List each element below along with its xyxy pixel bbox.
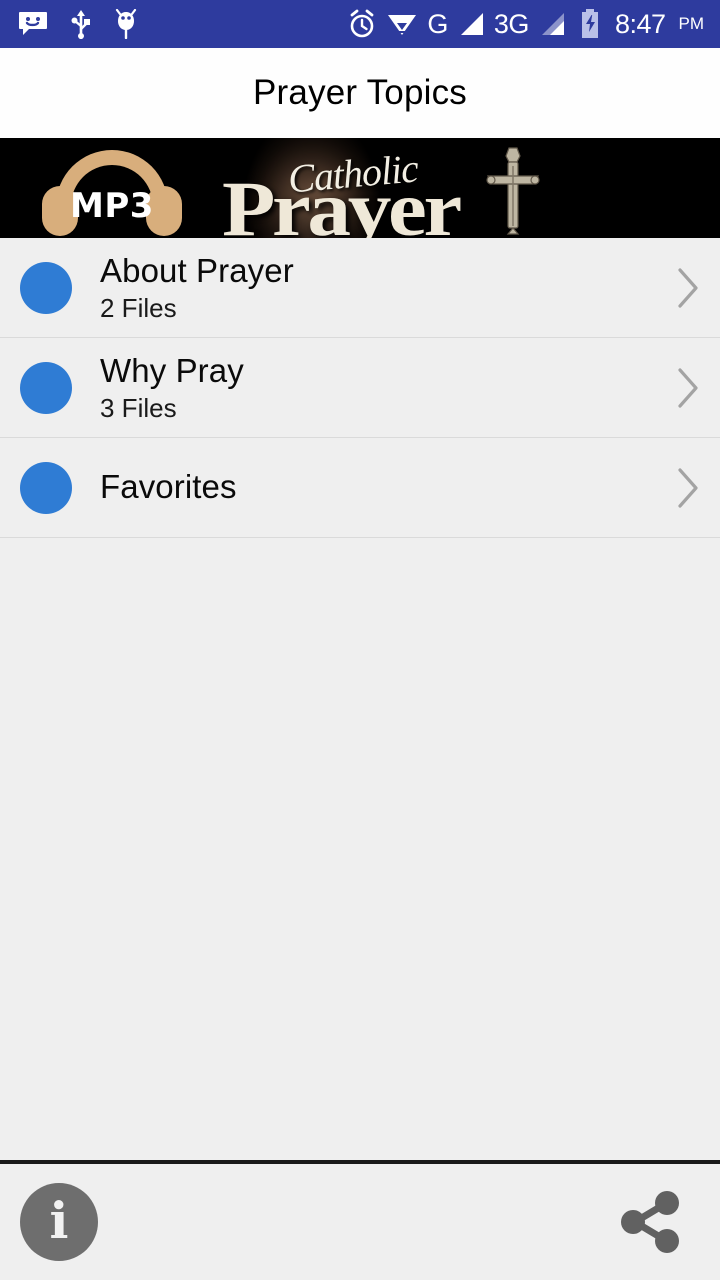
app-screen: G 3G 8:47 PM Prayer Topics MP3 Catholic … xyxy=(0,0,720,1280)
list-item-text: Why Pray 3 Files xyxy=(100,351,676,423)
clock-time: 8:47 xyxy=(614,8,666,39)
topic-list: About Prayer 2 Files Why Pray 3 Files Fa… xyxy=(0,238,720,538)
chevron-right-icon xyxy=(678,367,698,408)
status-bar: G 3G 8:47 PM xyxy=(0,0,720,48)
banner-word-prayer: Prayer xyxy=(222,165,462,239)
share-icon xyxy=(621,1191,679,1253)
mp3-badge-label: MP3 xyxy=(70,186,154,226)
alarm-icon xyxy=(350,9,374,38)
list-item-subtitle: 2 Files xyxy=(100,292,177,323)
topic-bullet-icon xyxy=(20,361,72,414)
wifi-icon xyxy=(388,15,417,35)
clock-period: PM xyxy=(678,14,705,33)
page-title: Prayer Topics xyxy=(253,73,467,112)
topic-bullet-icon xyxy=(20,261,72,314)
list-item-title: About Prayer xyxy=(100,251,294,289)
list-item-text: Favorites xyxy=(100,468,676,506)
network-type-g: G xyxy=(427,8,448,39)
info-icon: i xyxy=(49,1190,69,1250)
messaging-icon xyxy=(19,12,47,35)
catholic-prayer-banner: MP3 Catholic Prayer xyxy=(0,138,720,238)
list-item[interactable]: About Prayer 2 Files xyxy=(0,238,720,338)
chevron-right-icon xyxy=(678,267,698,308)
bottom-action-bar: i xyxy=(0,1160,720,1280)
android-debug-icon xyxy=(115,9,137,39)
app-bar: Prayer Topics xyxy=(0,48,720,138)
status-bar-right-icons: G 3G 8:47 PM xyxy=(347,9,704,40)
signal-bars-icon-2 xyxy=(541,13,564,35)
crucifix-icon xyxy=(486,147,540,235)
usb-icon xyxy=(71,10,90,39)
battery-charging-icon xyxy=(581,9,598,38)
status-bar-left-icons xyxy=(18,9,138,39)
share-button[interactable] xyxy=(606,1179,692,1265)
chevron-right-icon xyxy=(678,467,698,508)
list-item[interactable]: Favorites xyxy=(0,438,720,538)
list-item-title: Why Pray xyxy=(100,351,244,389)
list-item[interactable]: Why Pray 3 Files xyxy=(0,338,720,438)
info-button[interactable]: i xyxy=(20,1183,98,1261)
list-item-title: Favorites xyxy=(100,468,237,506)
network-type-3g: 3G xyxy=(493,8,530,39)
list-item-text: About Prayer 2 Files xyxy=(100,251,676,323)
signal-bars-icon-1 xyxy=(460,13,483,35)
list-item-subtitle: 3 Files xyxy=(100,392,177,423)
topic-bullet-icon xyxy=(20,461,72,514)
